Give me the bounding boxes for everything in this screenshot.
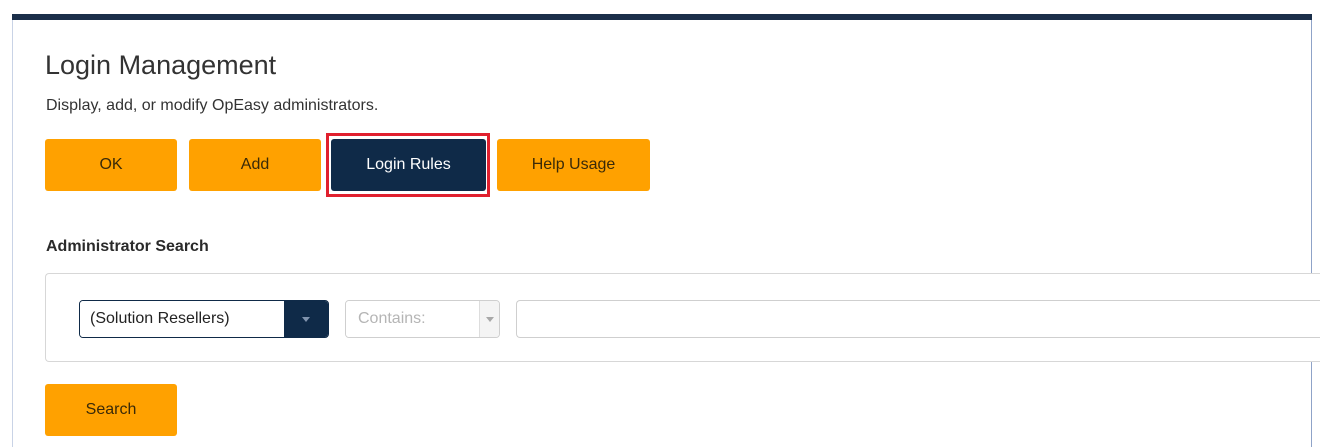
header-bar — [12, 14, 1312, 20]
chevron-down-icon — [302, 316, 310, 322]
scope-select[interactable]: (Solution Resellers) — [79, 300, 329, 338]
login-rules-highlight — [326, 133, 490, 197]
help-usage-button[interactable]: Help Usage — [497, 139, 650, 191]
page-title: Login Management — [45, 50, 277, 80]
ok-button[interactable]: OK — [45, 139, 177, 191]
administrator-search-heading: Administrator Search — [46, 238, 209, 255]
scope-select-value: (Solution Resellers) — [80, 301, 284, 337]
operator-select[interactable]: Contains: — [345, 300, 500, 338]
operator-select-value: Contains: — [346, 301, 479, 337]
search-button[interactable]: Search — [45, 384, 177, 436]
scope-dropdown-toggle[interactable] — [284, 301, 328, 337]
chevron-down-icon — [485, 316, 494, 322]
search-input[interactable] — [516, 300, 1320, 338]
operator-dropdown-toggle[interactable] — [479, 301, 499, 337]
page-subtitle: Display, add, or modify OpEasy administr… — [46, 97, 379, 114]
add-button[interactable]: Add — [189, 139, 321, 191]
